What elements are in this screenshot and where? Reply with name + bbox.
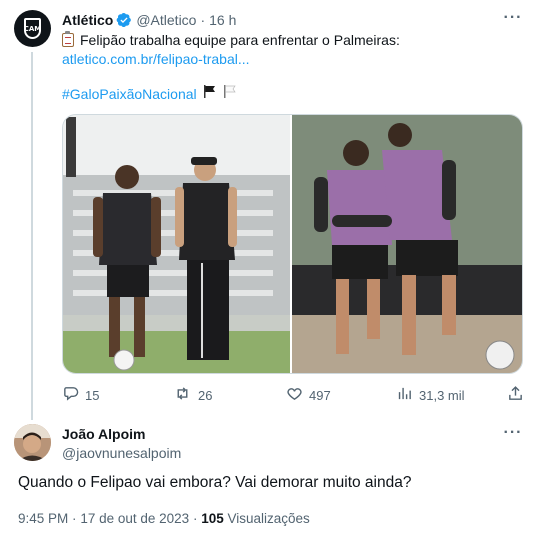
atletico-crest-icon: CAM — [24, 18, 41, 39]
reply-author-avatar[interactable] — [14, 424, 51, 461]
reply-button[interactable]: 15 — [62, 385, 99, 405]
tweet-media[interactable] — [62, 114, 523, 374]
tweet-header: Atlético @Atletico · 16 h — [62, 11, 236, 29]
verified-badge-icon — [116, 12, 132, 28]
tweet-time[interactable]: 16 h — [209, 12, 236, 28]
reply-author-name[interactable]: João Alpoim — [62, 426, 146, 442]
views-count: 31,3 mil — [419, 387, 465, 403]
reply-author-handle[interactable]: @jaovnunesalpoim — [62, 445, 181, 461]
tweet-text: Felipão trabalha equipe para enfrentar o… — [62, 31, 522, 69]
retweet-count: 26 — [198, 387, 213, 403]
thread-line — [31, 52, 33, 420]
reply-views-label: Visualizações — [227, 511, 310, 526]
more-icon[interactable]: ··· — [503, 424, 523, 441]
reply-text: Quando o Felipao vai embora? Vai demorar… — [18, 474, 412, 491]
reply-tweet[interactable]: João Alpoim @jaovnunesalpoim ··· Quando … — [0, 415, 541, 544]
like-button[interactable]: 497 — [286, 385, 331, 405]
photo-players-ball[interactable] — [292, 115, 522, 373]
reply-meta: 9:45 PM · 17 de out de 2023 · 105 Visual… — [18, 511, 310, 526]
more-icon[interactable]: ··· — [503, 9, 523, 26]
share-icon — [507, 385, 530, 405]
like-count: 497 — [309, 387, 331, 403]
reply-icon — [62, 385, 85, 405]
tweet[interactable]: CAM Atlético @Atletico · 16 h ··· Felipã… — [0, 0, 541, 420]
retweet-icon — [173, 385, 198, 405]
reply-date[interactable]: 17 de out de 2023 — [80, 511, 189, 526]
views-icon — [396, 385, 419, 405]
retweet-button[interactable]: 26 — [173, 385, 212, 405]
photo-hulk-felipao[interactable] — [63, 115, 292, 373]
white-flag-icon — [222, 84, 237, 104]
like-icon — [286, 385, 309, 405]
author-handle[interactable]: @Atletico — [136, 12, 196, 28]
separator-dot: · — [192, 511, 198, 526]
tweet-link[interactable]: atletico.com.br/felipao-trabal... — [62, 50, 522, 69]
reply-views-count: 105 — [201, 511, 224, 526]
black-flag-icon — [202, 84, 217, 104]
hashtag-link[interactable]: #GaloPaixãoNacional — [62, 85, 197, 104]
author-avatar[interactable]: CAM — [14, 10, 51, 47]
tweet-actions: 15 26 497 31,3 mil — [56, 385, 526, 405]
share-button[interactable] — [507, 385, 530, 405]
author-name[interactable]: Atlético — [62, 12, 113, 28]
hashtag-line: #GaloPaixãoNacional — [62, 84, 237, 104]
clipboard-emoji-icon — [62, 31, 74, 47]
views-button[interactable]: 31,3 mil — [396, 385, 465, 405]
separator-dot: · — [200, 12, 206, 28]
tweet-text-body: Felipão trabalha equipe para enfrentar o… — [80, 32, 400, 48]
reply-time[interactable]: 9:45 PM — [18, 511, 68, 526]
reply-count: 15 — [85, 387, 100, 403]
separator-dot: · — [72, 511, 77, 526]
